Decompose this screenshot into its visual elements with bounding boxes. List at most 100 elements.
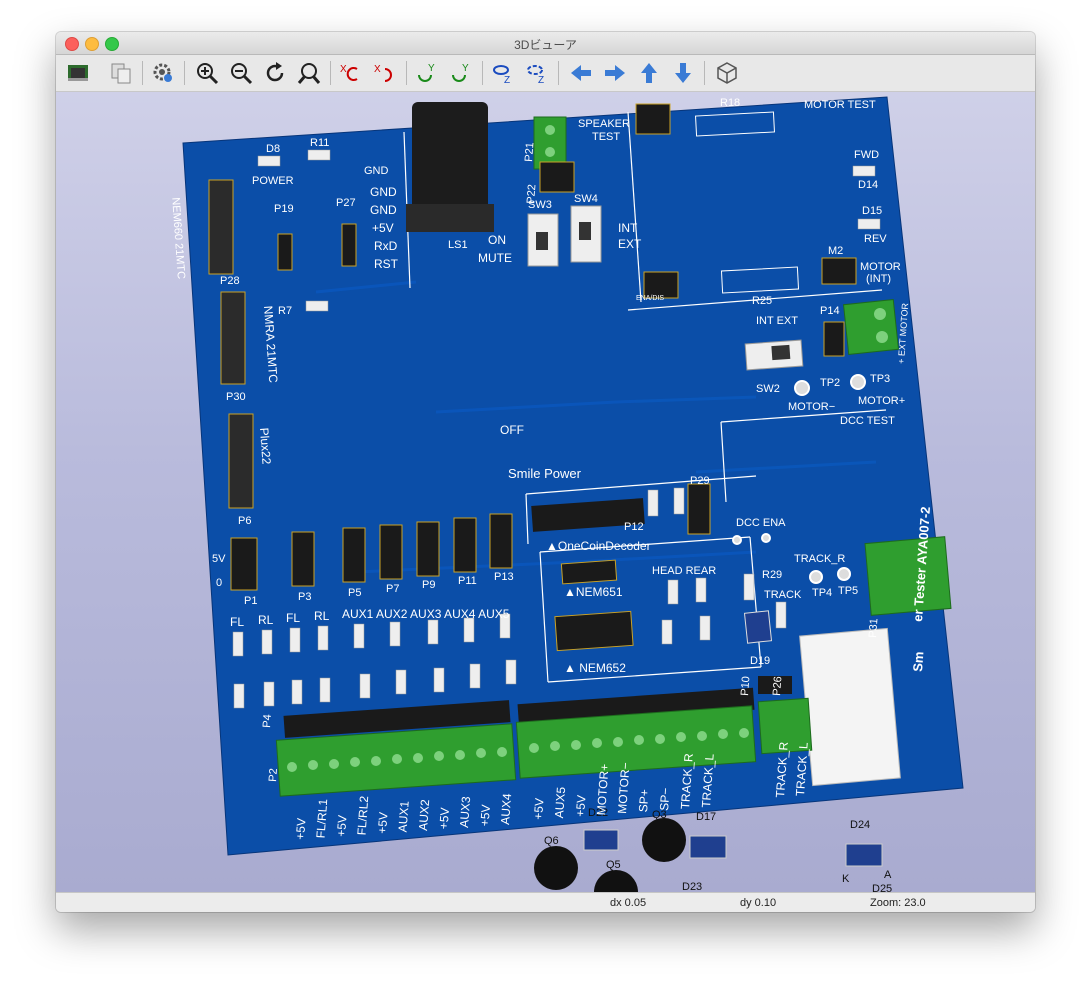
pin-label: AUX1 [396,800,412,833]
move-up-button[interactable] [634,58,664,88]
label-tp3: TP3 [870,373,890,385]
cube-icon [717,62,737,84]
label-gnd-top: GND [364,165,389,177]
header-p28 [208,179,234,275]
pin-label: AUX5 [552,786,568,819]
label-q5: Q5 [606,859,621,871]
label-r29: R29 [762,569,782,581]
label-d25: D25 [872,883,892,892]
label-p28: P28 [220,275,240,287]
pin-label: +5V [334,815,349,838]
label-rl-1: RL [258,613,274,627]
label-k: K [842,873,850,885]
copy-image-button[interactable] [106,58,136,88]
zoom-in-button[interactable] [192,58,222,88]
label-motor-int-2: (INT) [866,273,891,285]
rotate-z-icon: Z [493,65,510,85]
arrow-right-icon [605,65,625,81]
label-p26: P26 [771,676,784,696]
label-sw4: SW4 [574,193,598,205]
3d-viewport[interactable]: MOTOR TEST SPEAKER TEST R18 FWD D14 D15 … [56,92,1035,892]
label-d23: D23 [682,881,702,892]
rotate-x-cw-button[interactable]: X [336,58,366,88]
terminal-p14 [842,298,900,356]
settings-button[interactable] [148,58,178,88]
label-p7: P7 [386,583,399,595]
label-r11: R11 [310,137,329,149]
label-p11: P11 [458,575,477,587]
label-r25: R25 [752,295,772,307]
label-p21: P21 [523,142,536,162]
label-speaker: SPEAKER [578,118,630,130]
label-p3: P3 [298,591,311,603]
header-p30 [220,291,246,385]
board-render-icon [68,65,88,81]
zoom-fit-icon [297,63,321,84]
label-p10: P10 [739,676,752,696]
label-fl-2: FL [286,611,300,625]
rotate-z-ccw-button[interactable]: Z [522,58,552,88]
pin-label: SP− [657,787,673,811]
pin-label: AUX4 [498,793,514,826]
window-title: 3Dビューア [514,38,577,52]
pin-label: AUX2 [416,799,432,832]
label-motor-minus: MOTOR− [788,401,835,413]
label-5v-jumper: 5V [212,553,226,565]
label-nem651: ▲NEM651 [564,585,623,599]
label-p29: P29 [690,475,710,487]
label-a: A [884,869,892,881]
rotate-z-cw-button[interactable]: Z [488,58,518,88]
label-d15: D15 [862,205,882,217]
pin-label: +5V [531,798,546,821]
rotate-x-ccw-button[interactable]: X [370,58,400,88]
viewer-window: 3Dビューア X X Y Y Z Z MOTOR TEST SPEAKER TE… [56,32,1035,912]
label-p14: P14 [820,305,840,317]
ortho-view-button[interactable] [712,58,742,88]
status-zoom: Zoom: 23.0 [870,897,926,909]
label-p4: P4 [261,714,274,728]
label-p27: P27 [336,197,356,209]
label-track-r: TRACK_R [794,553,845,565]
svg-text:Y: Y [428,63,435,74]
label-motor-int: MOTOR [860,261,901,273]
zoom-out-button[interactable] [226,58,256,88]
pcb-render: MOTOR TEST SPEAKER TEST R18 FWD D14 D15 … [169,96,964,892]
terminal-p21 [533,116,567,170]
label-dcc-ena: DCC ENA [736,517,786,529]
header-p6 [228,413,254,509]
label-nem652: ▲ NEM652 [564,661,626,675]
move-down-button[interactable] [668,58,698,88]
svg-text:X: X [374,64,381,75]
pin-label: FL/RL2 [355,795,372,836]
zoom-fit-button[interactable] [294,58,324,88]
label-onecoin: ▲OneCoinDecoder [546,539,651,553]
label-p31: P31 [867,618,880,638]
render-board-button[interactable] [63,58,93,88]
rotate-x-reverse-icon: X [374,64,392,82]
zoom-out-icon [231,63,253,85]
label-mute: MUTE [478,251,512,265]
label-gnd-1: GND [370,185,397,199]
rotate-y-icon: Y [418,63,435,82]
label-d19: D19 [750,655,770,667]
label-d17: D17 [696,811,716,823]
label-sm: Sm [910,651,926,672]
rotate-y-ccw-button[interactable]: Y [446,58,476,88]
status-dy: dy 0.10 [740,897,777,909]
label-r18: R18 [720,97,740,109]
status-bar: dx 0.05 dy 0.10 Zoom: 23.0 [56,892,1035,912]
label-motor-test: MOTOR TEST [804,99,876,111]
copy-icon [111,63,131,84]
arrow-down-icon [675,63,691,83]
rotate-y-cw-button[interactable]: Y [412,58,442,88]
svg-text:X: X [340,64,347,75]
move-left-button[interactable] [566,58,596,88]
label-power: POWER [252,175,294,187]
rotate-y-reverse-icon: Y [452,63,469,82]
redraw-button[interactable] [260,58,290,88]
q3 [642,818,686,862]
label-smile-power: Smile Power [508,466,582,481]
label-rxd: RxD [374,239,398,253]
move-right-button[interactable] [600,58,630,88]
label-tp2: TP2 [820,377,840,389]
